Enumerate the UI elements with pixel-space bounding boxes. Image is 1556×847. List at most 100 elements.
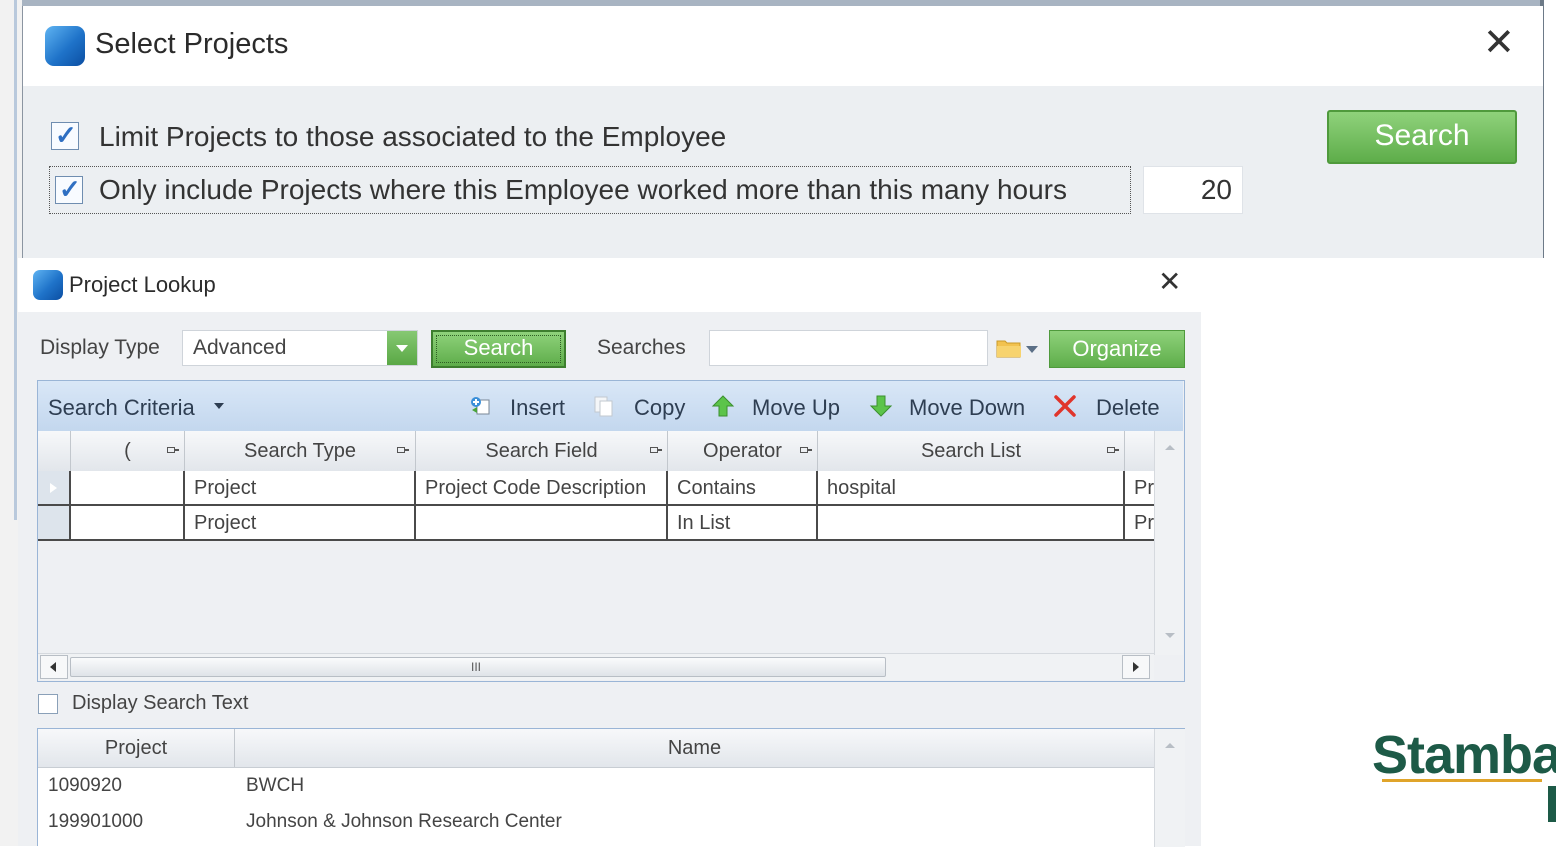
column-header-search-type[interactable]: Search Type xyxy=(185,431,416,471)
delete-icon xyxy=(1054,395,1076,417)
arrow-up-icon xyxy=(711,395,735,417)
result-name[interactable]: Johnson & Johnson Research Center xyxy=(246,811,562,833)
search-field-cell[interactable] xyxy=(416,506,668,541)
searches-label: Searches xyxy=(597,336,686,359)
table-row[interactable]: Project In List Pr xyxy=(38,506,1154,541)
scroll-down-icon[interactable] xyxy=(1165,633,1175,638)
result-project[interactable]: 199901000 xyxy=(48,811,143,833)
pin-icon[interactable] xyxy=(395,443,409,457)
project-lookup-dialog: Project Lookup ✕ Display Type Advanced S… xyxy=(18,258,1201,847)
arrow-down-icon xyxy=(869,395,893,417)
scroll-right-icon xyxy=(1133,662,1139,672)
row-selector[interactable] xyxy=(38,506,71,541)
search-button[interactable]: Search xyxy=(1327,110,1517,164)
pin-icon[interactable] xyxy=(1105,443,1119,457)
paren-cell[interactable] xyxy=(71,506,185,541)
delete-button[interactable]: Delete xyxy=(1096,395,1160,421)
truncated-cell[interactable]: Pr xyxy=(1125,471,1154,506)
pin-icon[interactable] xyxy=(165,443,179,457)
copy-icon xyxy=(594,396,613,417)
hours-input[interactable]: 20 xyxy=(1143,166,1243,214)
logo-underline xyxy=(1382,779,1542,782)
operator-cell[interactable]: Contains xyxy=(668,471,818,506)
hours-filter-checkbox[interactable] xyxy=(55,174,83,205)
column-header-label: Operator xyxy=(703,440,782,462)
vertical-scrollbar[interactable] xyxy=(1154,431,1183,655)
searches-input[interactable] xyxy=(709,330,988,366)
display-type-label: Display Type xyxy=(40,336,160,359)
close-icon[interactable]: ✕ xyxy=(1483,24,1515,62)
criteria-grid-header: ( Search Type Search Field Operator Sear… xyxy=(38,431,1154,472)
column-header-label: Search Type xyxy=(244,440,356,462)
results-header: Project Name xyxy=(38,729,1154,768)
select-projects-titlebar: Select Projects ✕ xyxy=(23,6,1543,86)
paren-cell[interactable] xyxy=(71,471,185,506)
pin-icon[interactable] xyxy=(648,443,662,457)
move-down-button[interactable]: Move Down xyxy=(909,395,1025,421)
hours-filter-label: Only include Projects where this Employe… xyxy=(99,174,1067,205)
operator-cell[interactable]: In List xyxy=(668,506,818,541)
search-type-cell[interactable]: Project xyxy=(185,471,416,506)
search-list-cell[interactable]: hospital xyxy=(818,471,1125,506)
scroll-thumb[interactable]: III xyxy=(70,657,886,677)
dialog-title: Project Lookup xyxy=(69,272,216,297)
display-search-text-label: Display Search Text xyxy=(72,692,249,714)
limit-projects-label: Limit Projects to those associated to th… xyxy=(99,121,727,152)
organize-button[interactable]: Organize xyxy=(1049,330,1185,368)
scroll-right-button[interactable] xyxy=(1122,655,1150,679)
scroll-left-icon xyxy=(50,662,56,672)
scroll-left-button[interactable] xyxy=(40,655,68,679)
scroll-grip: III xyxy=(471,660,482,674)
column-header-name[interactable]: Name xyxy=(235,729,1154,767)
search-criteria-title[interactable]: Search Criteria xyxy=(48,395,195,421)
logo-mark xyxy=(1548,786,1556,822)
search-list-cell[interactable] xyxy=(818,506,1125,541)
result-name[interactable]: BWCH xyxy=(246,775,304,797)
search-field-cell[interactable]: Project Code Description xyxy=(416,471,668,506)
row-selector[interactable] xyxy=(38,471,71,506)
copy-button[interactable]: Copy xyxy=(634,395,685,421)
column-header-operator[interactable]: Operator xyxy=(668,431,818,471)
results-grid: Project Name 1090920 BWCH 199901000 John… xyxy=(37,728,1185,847)
limit-projects-checkbox[interactable] xyxy=(51,120,79,151)
insert-icon xyxy=(471,397,490,415)
app-icon xyxy=(45,26,85,66)
column-header-search-field[interactable]: Search Field xyxy=(416,431,668,471)
display-type-value: Advanced xyxy=(193,336,287,359)
table-row[interactable]: Project Project Code Description Contain… xyxy=(38,471,1154,506)
search-button[interactable]: Search xyxy=(431,330,566,368)
project-lookup-titlebar: Project Lookup ✕ xyxy=(18,258,1201,312)
vertical-scrollbar[interactable] xyxy=(1154,729,1185,847)
display-search-text-checkbox[interactable] xyxy=(38,694,58,714)
result-project[interactable]: 1090920 xyxy=(48,775,122,797)
company-logo: Stamba xyxy=(1372,725,1556,785)
close-icon[interactable]: ✕ xyxy=(1158,268,1181,296)
column-header-truncated[interactable] xyxy=(1125,431,1154,471)
row-selector-header xyxy=(38,431,71,471)
current-row-icon xyxy=(50,483,57,493)
chevron-down-icon[interactable] xyxy=(387,331,417,365)
background-window-border xyxy=(14,0,17,520)
folder-icon[interactable] xyxy=(996,338,1022,358)
scroll-up-icon[interactable] xyxy=(1165,743,1175,748)
search-criteria-toolbar: Search Criteria Insert Copy Move Up Move… xyxy=(38,381,1183,431)
dialog-title: Select Projects xyxy=(95,28,289,60)
chevron-down-icon[interactable] xyxy=(1026,346,1038,353)
column-header-label: ( xyxy=(124,440,131,462)
chevron-down-icon[interactable] xyxy=(214,403,224,409)
column-header-project[interactable]: Project xyxy=(38,729,235,767)
select-projects-dialog: Select Projects ✕ Limit Projects to thos… xyxy=(22,6,1543,258)
column-header-paren[interactable]: ( xyxy=(71,431,185,471)
display-type-select[interactable]: Advanced xyxy=(182,330,418,366)
search-type-cell[interactable]: Project xyxy=(185,506,416,541)
column-header-search-list[interactable]: Search List xyxy=(818,431,1125,471)
move-up-button[interactable]: Move Up xyxy=(752,395,840,421)
scroll-up-icon[interactable] xyxy=(1165,445,1175,450)
column-header-label: Search List xyxy=(920,440,1022,462)
insert-button[interactable]: Insert xyxy=(510,395,565,421)
column-header-label: Search Field xyxy=(485,440,598,462)
truncated-cell[interactable]: Pr xyxy=(1125,506,1154,541)
pin-icon[interactable] xyxy=(798,443,812,457)
horizontal-scrollbar[interactable]: III xyxy=(38,653,1154,680)
search-criteria-panel: Search Criteria Insert Copy Move Up Move… xyxy=(37,380,1185,682)
